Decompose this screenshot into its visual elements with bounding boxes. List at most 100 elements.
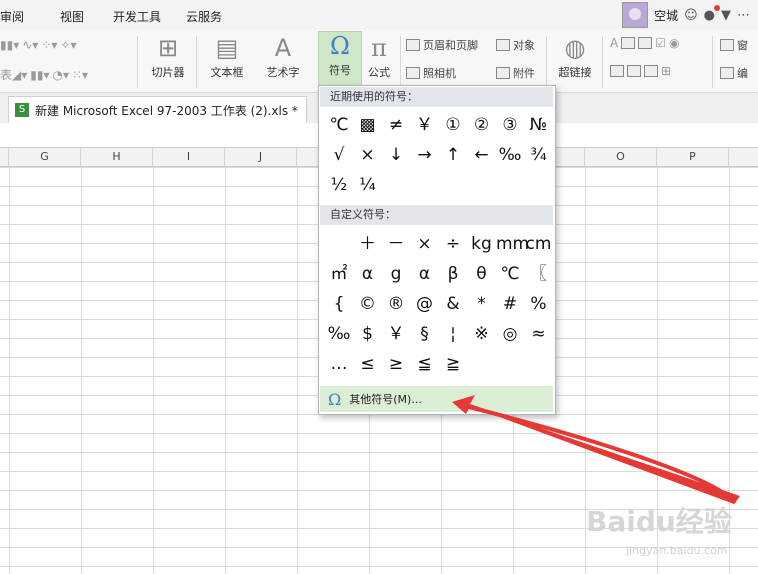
column-header-q[interactable] xyxy=(729,148,758,166)
other-chart-icon[interactable]: ⁙▾ xyxy=(72,68,88,82)
symbol-cell[interactable]: cm xyxy=(525,230,553,258)
symbol-cell[interactable]: α xyxy=(354,260,382,288)
symbol-cell[interactable]: @ xyxy=(411,290,439,318)
symbol-cell[interactable]: × xyxy=(354,141,382,169)
symbol-cell[interactable]: ② xyxy=(468,111,496,139)
symbol-button[interactable]: Ω 符号 xyxy=(318,31,362,89)
symbol-cell[interactable]: kg xyxy=(468,230,496,258)
column-header-g[interactable]: G xyxy=(9,148,81,166)
symbol-cell[interactable]: ¾ xyxy=(525,141,553,169)
more-symbols-item[interactable]: Ω 其他符号(M)... xyxy=(320,386,553,412)
shirt-icon[interactable]: ▼ xyxy=(721,8,731,23)
document-tab[interactable]: S 新建 Microsoft Excel 97-2003 工作表 (2).xls… xyxy=(8,96,307,123)
bar-chart-icon[interactable]: ▮▮▾ xyxy=(0,38,19,52)
radar-chart-icon[interactable]: ✧▾ xyxy=(60,38,76,52)
symbol-cell[interactable]: ￥ xyxy=(411,111,439,139)
symbol-cell[interactable]: α xyxy=(411,260,439,288)
symbol-cell[interactable]: * xyxy=(468,290,496,318)
symbol-cell[interactable]: ≦ xyxy=(411,350,439,378)
form-controls-row2[interactable]: ⊞ xyxy=(610,64,671,78)
listbox-control-icon[interactable] xyxy=(610,65,624,77)
symbol-cell[interactable]: § xyxy=(411,320,439,348)
formula-button[interactable]: π 公式 xyxy=(362,34,396,88)
help-icon[interactable]: ● xyxy=(704,8,715,23)
symbol-cell[interactable]: ￥ xyxy=(382,320,410,348)
chart-types-row1[interactable]: ▮▮▾ ∿▾ ⁘▾ ✧▾ xyxy=(0,38,76,52)
symbol-cell[interactable]: ▩ xyxy=(354,111,382,139)
scatter-chart-icon[interactable]: ⁘▾ xyxy=(41,38,57,52)
label-control-icon[interactable]: A xyxy=(610,36,618,50)
symbol-cell[interactable]: # xyxy=(496,290,524,318)
skin-icon[interactable]: ☺ xyxy=(684,8,698,23)
symbol-cell[interactable]: ③ xyxy=(496,111,524,139)
line-chart-icon[interactable]: ∿▾ xyxy=(22,38,38,52)
edit-button[interactable]: 编 xyxy=(720,65,748,81)
symbol-cell[interactable]: ® xyxy=(382,290,410,318)
slicer-button[interactable]: ⊞ 切片器 xyxy=(145,34,191,88)
hyperlink-button[interactable]: ◍ 超链接 xyxy=(552,34,598,88)
pie-chart-icon[interactable]: ◔▾ xyxy=(53,68,70,82)
textbox-button[interactable]: ▤ 文本框 xyxy=(204,34,250,88)
symbol-cell[interactable]: mm xyxy=(496,230,529,258)
column-header-o[interactable]: O xyxy=(585,148,657,166)
symbol-cell[interactable]: { xyxy=(325,290,353,318)
symbol-cell[interactable]: № xyxy=(525,111,553,139)
column-header-p[interactable]: P xyxy=(657,148,729,166)
column-chart-icon[interactable]: ▮▮▾ xyxy=(30,68,49,82)
symbol-cell[interactable]: 〖 xyxy=(525,260,553,288)
form-controls-row1[interactable]: A ☑ ◉ xyxy=(610,36,679,50)
symbol-cell[interactable]: ¦ xyxy=(439,320,467,348)
symbol-cell[interactable]: ℃ xyxy=(496,260,524,288)
symbol-cell[interactable]: β xyxy=(439,260,467,288)
symbol-cell[interactable]: ※ xyxy=(468,320,496,348)
symbol-cell[interactable]: ㎡ xyxy=(325,260,353,288)
symbol-cell[interactable]: θ xyxy=(468,260,496,288)
area-chart-icon[interactable]: 表◢▾ xyxy=(0,66,27,83)
symbol-cell[interactable]: ≧ xyxy=(439,350,467,378)
symbol-cell[interactable]: ← xyxy=(468,141,496,169)
symbol-cell[interactable]: ≈ xyxy=(525,320,553,348)
menu-view[interactable]: 视图 xyxy=(60,8,84,25)
symbol-cell[interactable]: → xyxy=(411,141,439,169)
checkbox-control-icon[interactable]: ☑ xyxy=(655,36,666,50)
symbol-cell[interactable]: ℃ xyxy=(325,111,353,139)
chart-types-row2[interactable]: 表◢▾ ▮▮▾ ◔▾ ⁙▾ xyxy=(0,66,88,83)
column-header-i[interactable]: I xyxy=(153,148,225,166)
symbol-cell[interactable]: & xyxy=(439,290,467,318)
symbol-cell[interactable]: × xyxy=(411,230,439,258)
symbol-cell[interactable] xyxy=(325,230,353,258)
menu-cloud[interactable]: 云服务 xyxy=(186,8,222,25)
object-button[interactable]: 对象 xyxy=(496,37,535,53)
menu-review[interactable]: 审阅 xyxy=(0,8,24,25)
camera-button[interactable]: 照相机 xyxy=(406,65,456,81)
symbol-cell[interactable]: $ xyxy=(354,320,382,348)
attachment-button[interactable]: 附件 xyxy=(496,65,535,81)
username[interactable]: 空城 xyxy=(654,7,678,24)
combobox-control-icon[interactable] xyxy=(627,65,641,77)
button-control-icon[interactable] xyxy=(638,37,653,49)
symbol-cell[interactable]: … xyxy=(325,350,353,378)
symbol-cell[interactable]: % xyxy=(525,290,553,318)
symbol-cell[interactable]: － xyxy=(382,230,410,258)
symbol-cell[interactable]: √ xyxy=(325,141,353,169)
symbol-cell[interactable]: ① xyxy=(439,111,467,139)
wordart-button[interactable]: A 艺术字 xyxy=(260,34,306,88)
avatar[interactable] xyxy=(622,2,649,28)
symbol-cell[interactable]: g xyxy=(382,260,410,288)
symbol-cell[interactable]: ≤ xyxy=(354,350,382,378)
column-header-h[interactable]: H xyxy=(81,148,153,166)
textbox-control-icon[interactable] xyxy=(621,37,636,49)
symbol-cell[interactable]: ≥ xyxy=(382,350,410,378)
symbol-cell[interactable]: ‰ xyxy=(496,141,524,169)
radio-control-icon[interactable]: ◉ xyxy=(669,36,679,50)
spinner-control-icon[interactable]: ⊞ xyxy=(661,64,671,78)
symbol-cell[interactable]: © xyxy=(354,290,382,318)
symbol-cell[interactable]: ½ xyxy=(325,171,353,199)
window-button[interactable]: 窗 xyxy=(720,37,748,53)
symbol-cell[interactable]: ≠ xyxy=(382,111,410,139)
symbol-cell[interactable]: ÷ xyxy=(439,230,467,258)
symbol-cell[interactable]: ◎ xyxy=(496,320,524,348)
column-header-j[interactable]: J xyxy=(225,148,297,166)
symbol-cell[interactable]: ¼ xyxy=(354,171,382,199)
scrollbar-control-icon[interactable] xyxy=(644,65,658,77)
